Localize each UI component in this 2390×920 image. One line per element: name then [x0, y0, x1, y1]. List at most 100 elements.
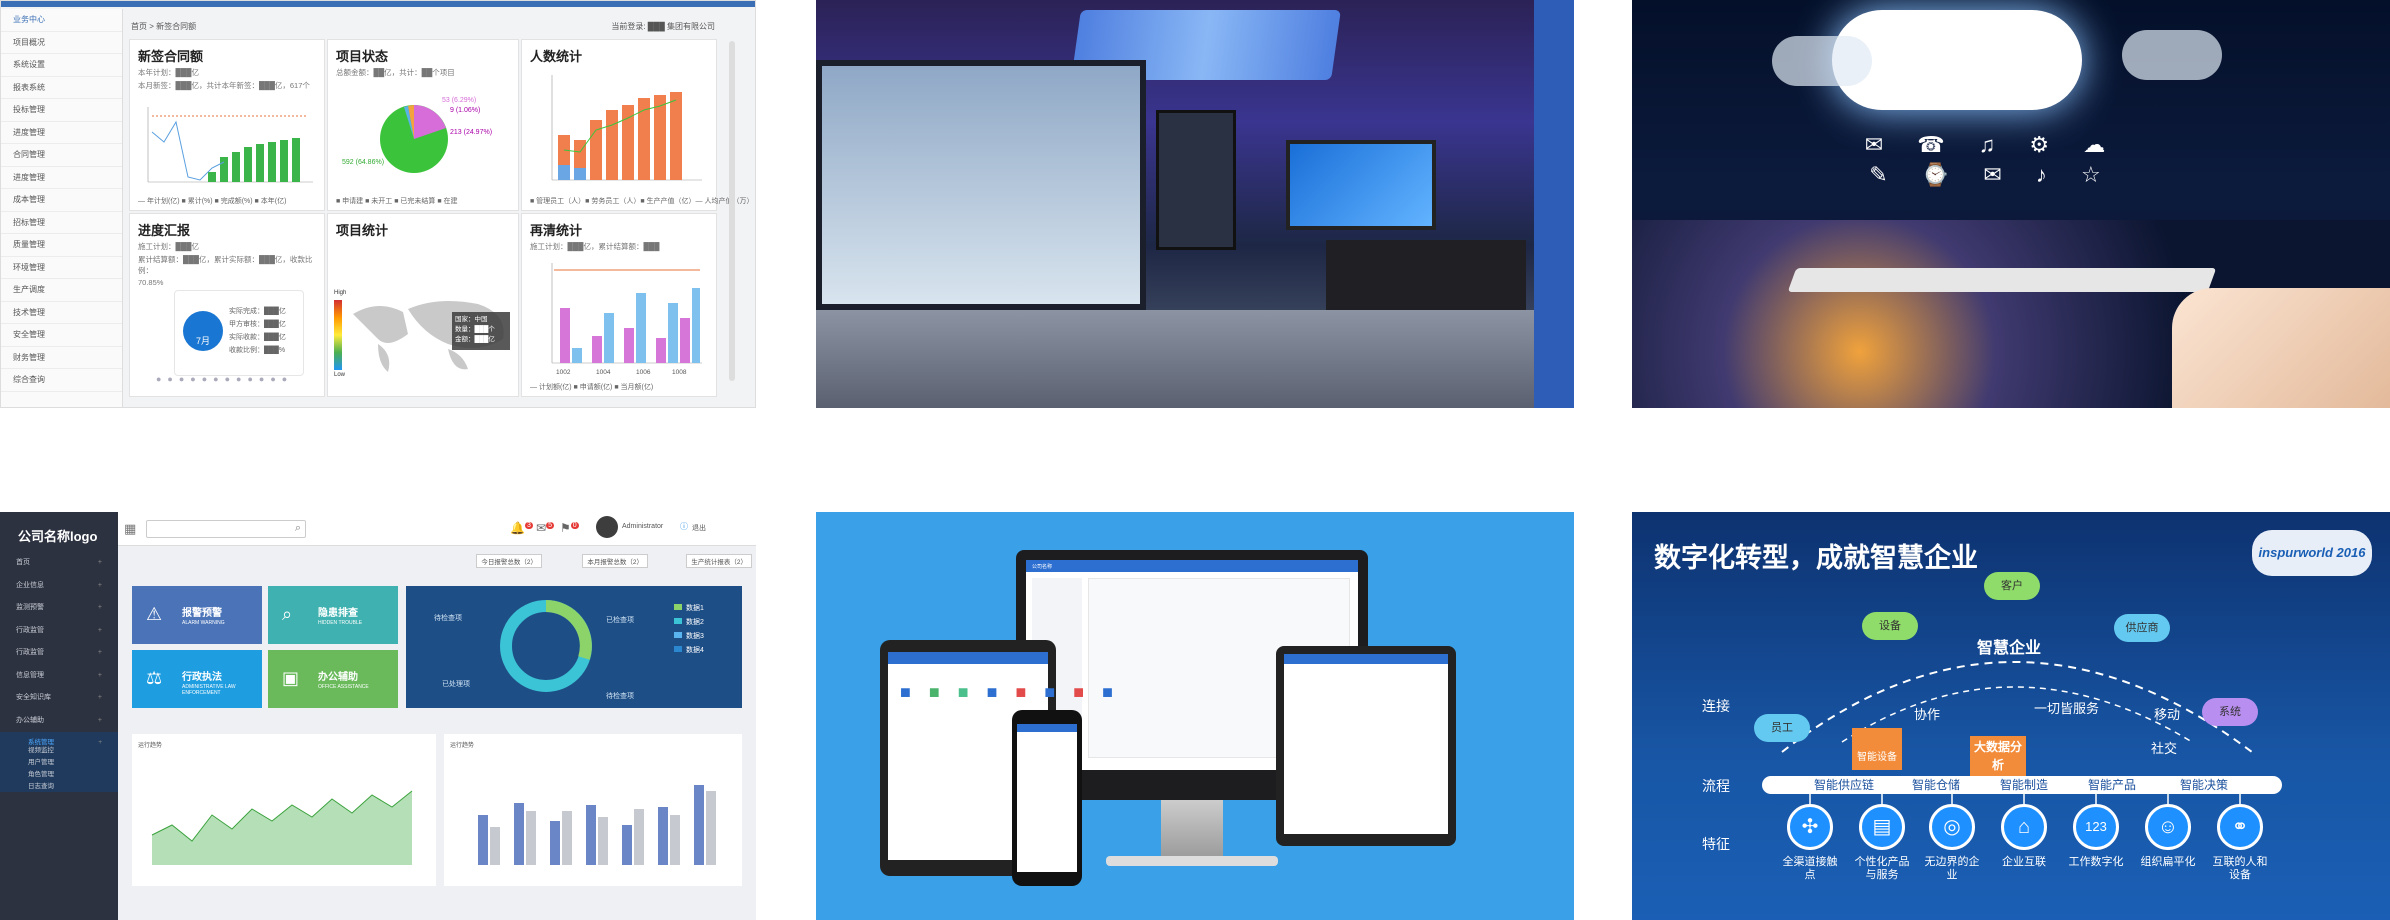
- smartphone: [1012, 710, 1082, 886]
- sidebar-item[interactable]: 技术管理: [1, 302, 122, 324]
- pie-label: 213 (24.97%): [450, 129, 492, 136]
- x-tick: 1002: [556, 369, 571, 376]
- x-tick: 1008: [672, 369, 687, 376]
- user-info: 当前登录: ███ 集团有限公司: [611, 22, 715, 31]
- sidebar-item[interactable]: 生产调度: [1, 279, 122, 302]
- card-title: 人数统计: [530, 49, 583, 64]
- legend-item: 数据2: [686, 617, 704, 626]
- house-icon: ⌂: [2001, 804, 2047, 850]
- hidden-trouble-tile[interactable]: ⌕ 隐患排查 HIDDEN TROUBLE: [268, 586, 398, 644]
- right-wall: [1534, 0, 1574, 408]
- subnav-item[interactable]: 日志查询: [0, 780, 118, 792]
- brand-logo: 公司名称logo: [18, 529, 98, 544]
- cloud-device: 设备: [1862, 612, 1918, 640]
- scale-high: High: [334, 290, 347, 296]
- pie-chart: 53 (6.29%) 9 (1.06%) 213 (24.97%) 592 (6…: [342, 97, 492, 173]
- nav-item[interactable]: 行政监管: [0, 620, 118, 643]
- nav-item[interactable]: 监测预警: [0, 597, 118, 620]
- feature-label: 企业互联: [2002, 856, 2046, 868]
- filter-chip[interactable]: 今日报警总数（2）: [476, 554, 542, 568]
- top-accent-bar: [1, 1, 755, 7]
- sidebar-item[interactable]: 财务管理: [1, 347, 122, 369]
- subnav-item[interactable]: 用户管理: [0, 756, 118, 768]
- flag-icon[interactable]: ⚑ 0: [560, 521, 579, 535]
- card-text: 施工计划：███亿: [138, 242, 199, 251]
- sidebar-item[interactable]: 进度管理: [1, 122, 122, 144]
- logout-link[interactable]: 退出: [692, 523, 706, 533]
- pager-dots[interactable]: ●●●●●●●●●●●●: [156, 374, 293, 384]
- sidebar-item[interactable]: 系统设置: [1, 54, 122, 77]
- feature-item: ⚭ 互联的人和设备: [2210, 804, 2270, 882]
- nav-item-home[interactable]: 首页: [0, 552, 118, 575]
- mail-icon[interactable]: ✉ 5: [536, 521, 554, 535]
- feature-label: 工作数字化: [2068, 856, 2124, 868]
- sidebar-item[interactable]: 综合查询: [1, 369, 122, 392]
- cloud-supplier: 供应商: [2114, 614, 2170, 642]
- bell-icon[interactable]: 🔔 3: [510, 521, 533, 535]
- badge: 0: [570, 522, 579, 529]
- nav-item[interactable]: 行政监管: [0, 642, 118, 665]
- flow-item: 智能仓储: [1912, 778, 1961, 792]
- sidebar-item[interactable]: 招标管理: [1, 212, 122, 234]
- settlement-card: 再清统计 施工计划：███亿，累计结算额：███ 1002 1004 1006 …: [521, 213, 717, 397]
- sidebar-item[interactable]: 安全管理: [1, 324, 122, 347]
- alarm-warning-tile[interactable]: ⚠ 报警预警 ALARM WARNING: [132, 586, 262, 644]
- settlement-chart: 1002 1004 1006 1008: [551, 263, 702, 376]
- badge: 5: [546, 522, 554, 529]
- sidebar-item[interactable]: 成本管理: [1, 189, 122, 212]
- desk: [1326, 240, 1526, 320]
- chart-legend: ■ 管理员工（人）■ 劳务员工（人）■ 生产产值（亿）— 人均产值（万）: [530, 198, 754, 205]
- card-title: 再清统计: [530, 223, 583, 238]
- office-assistance-tile[interactable]: ▣ 办公辅助 OFFICE ASSISTANCE: [268, 650, 398, 708]
- nav-item[interactable]: 企业信息: [0, 575, 118, 598]
- donut-label: 待检查项: [606, 691, 634, 700]
- donut-chart: 待检查项 已检查项 已处理项 待检查项 数据1 数据2 数据3 数据4: [434, 600, 704, 700]
- monitor-base: [1106, 856, 1278, 866]
- sidebar-item[interactable]: 投标管理: [1, 99, 122, 122]
- feature-item: ☺ 组织扁平化: [2138, 804, 2198, 869]
- panel-title: 运行趋势: [450, 743, 475, 749]
- nav-item[interactable]: 办公辅助: [0, 710, 118, 733]
- responsive-devices-image: 公司名称 ■■■■■■■■: [816, 512, 1574, 920]
- nav-item[interactable]: 信息管理: [0, 665, 118, 688]
- laptop-screen: [1284, 654, 1448, 834]
- filter-chip[interactable]: 生产统计报表（2）: [686, 554, 752, 568]
- digits-icon: 123: [2073, 804, 2119, 850]
- avatar[interactable]: [596, 516, 618, 538]
- small-cloud: [2122, 30, 2222, 80]
- control-room-photo: [816, 0, 1574, 408]
- scrollbar[interactable]: [729, 41, 735, 381]
- subnav-item[interactable]: 角色管理: [0, 768, 118, 780]
- top-bar: ▦ ⌕ 🔔 3 ✉ 5 ⚑ 0 Administrator ⓘ 退出: [118, 512, 756, 546]
- briefcase-icon: ▣: [282, 668, 300, 688]
- grid-icon[interactable]: ▦: [124, 521, 136, 537]
- calendar-icon: ▤: [1859, 804, 1905, 850]
- sidebar-item[interactable]: 质量管理: [1, 234, 122, 257]
- flow-item: 智能制造: [2000, 778, 2049, 792]
- nav-item-active[interactable]: 系统管理: [0, 732, 118, 754]
- search-icon[interactable]: ⌕: [295, 522, 301, 535]
- search-input[interactable]: ⌕: [146, 520, 306, 538]
- month-panel: 7月 实际完成：███亿 甲方审核：███亿 实际收款：███亿 收款比例：██…: [174, 290, 304, 376]
- monitor-stand: [1161, 800, 1223, 860]
- nav-item[interactable]: 安全知识库: [0, 687, 118, 710]
- logout-icon[interactable]: ⓘ: [680, 521, 688, 532]
- sidebar-item[interactable]: 业务中心: [1, 9, 122, 32]
- search-doc-icon: ⌕: [282, 604, 293, 624]
- cloud-system: 系统: [2202, 698, 2258, 726]
- app-header: 公司名称: [1026, 560, 1358, 572]
- bar-chart: [478, 785, 716, 865]
- sidebar-item[interactable]: 报表系统: [1, 77, 122, 99]
- pie-label: 53 (6.29%): [442, 97, 476, 104]
- tooltip-line: 国家：中国: [455, 316, 488, 323]
- filter-chip[interactable]: 本月报警总数（2）: [582, 554, 648, 568]
- feature-label: 组织扁平化: [2140, 856, 2196, 868]
- sidebar-item[interactable]: 合同管理: [1, 144, 122, 167]
- sidebar-item[interactable]: 环境管理: [1, 257, 122, 279]
- network-icon: ✣: [1787, 804, 1833, 850]
- sidebar-item[interactable]: 项目概况: [1, 32, 122, 54]
- month-badge: 7月: [183, 311, 223, 351]
- sidebar-item[interactable]: 进度管理: [1, 167, 122, 189]
- law-enforcement-tile[interactable]: ⚖ 行政执法 ADMINISTRATIVE LAW ENFORCEMENT: [132, 650, 262, 708]
- username: Administrator: [622, 523, 664, 530]
